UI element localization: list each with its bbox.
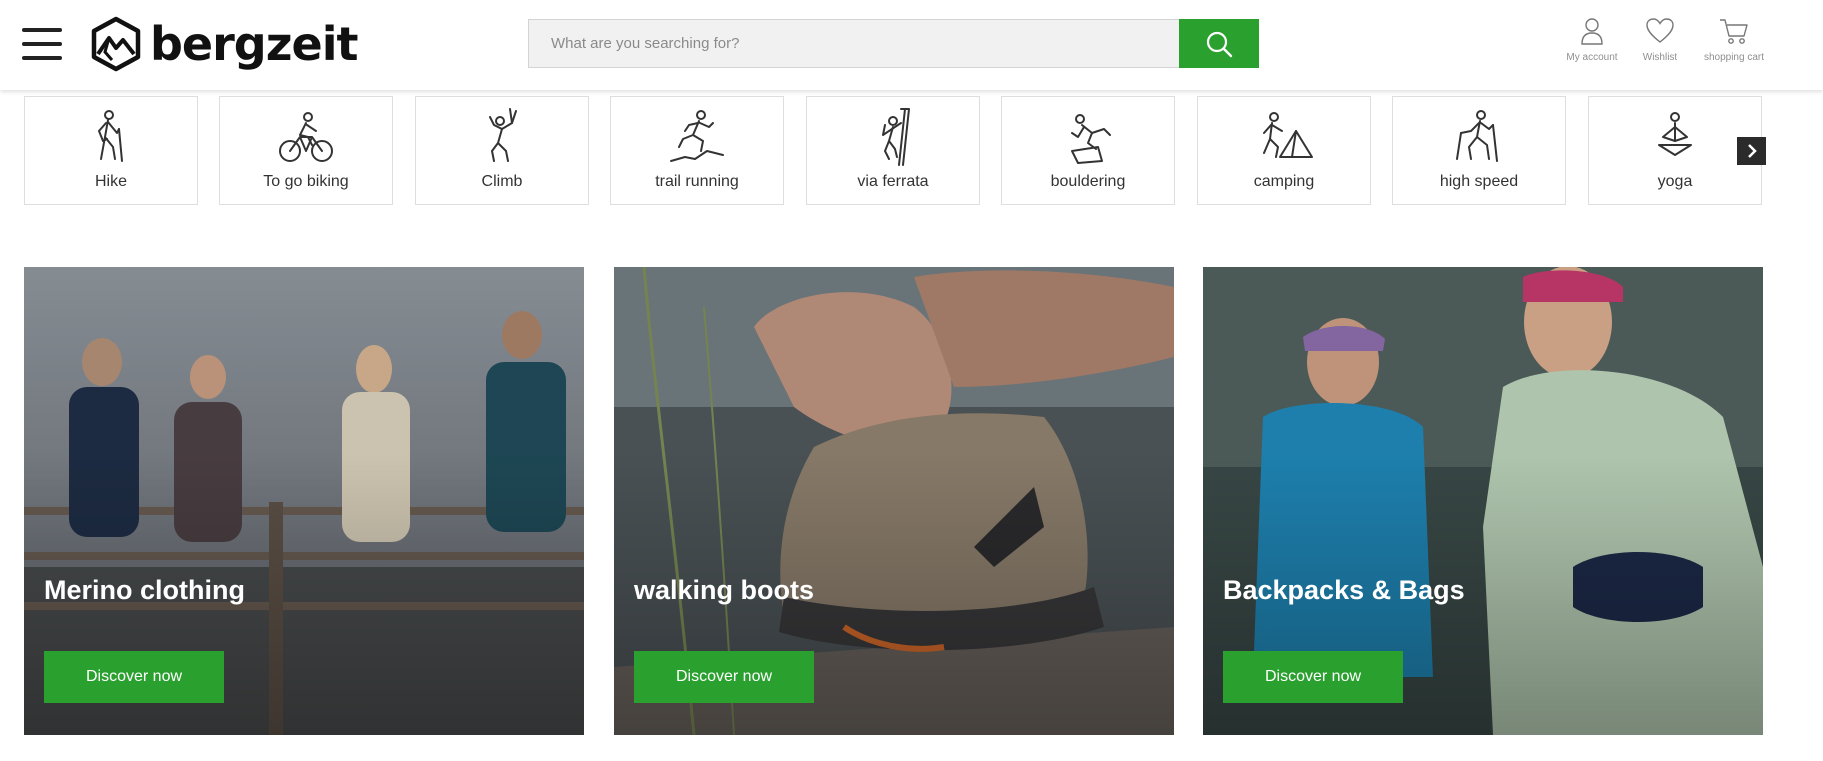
category-label: yoga xyxy=(1657,173,1693,190)
category-label: via ferrata xyxy=(857,173,929,190)
category-camping[interactable]: camping xyxy=(1197,96,1371,205)
brand-name: bergzeit xyxy=(150,17,358,71)
category-biking[interactable]: To go biking xyxy=(219,96,393,205)
search-icon xyxy=(1206,31,1233,57)
category-via-ferrata[interactable]: via ferrata xyxy=(806,96,980,205)
search-button[interactable] xyxy=(1179,19,1259,68)
category-yoga[interactable]: yoga xyxy=(1588,96,1762,205)
category-label: To go biking xyxy=(263,173,349,190)
boulderer-icon xyxy=(1071,114,1111,164)
mountain-logo-icon xyxy=(91,16,141,72)
discover-now-button[interactable]: Discover now xyxy=(44,651,224,703)
chevron-right-icon xyxy=(1747,144,1757,158)
promo-title: walking boots xyxy=(634,575,815,605)
shopping-cart-link[interactable]: shopping cart xyxy=(1694,16,1774,63)
category-climb[interactable]: Climb xyxy=(415,96,589,205)
category-carousel: Hike To go biking Climb trail running vi… xyxy=(24,96,1764,207)
category-hike[interactable]: Hike xyxy=(24,96,198,205)
promo-title: Backpacks & Bags xyxy=(1223,575,1465,605)
yoga-icon xyxy=(1658,112,1692,156)
cyclist-icon xyxy=(279,112,333,162)
promo-card-walking-boots[interactable]: walking boots Discover now xyxy=(614,267,1174,735)
wishlist-label: Wishlist xyxy=(1642,52,1678,63)
search-bar xyxy=(528,19,1259,68)
hamburger-icon[interactable] xyxy=(22,28,62,60)
site-header: bergzeit My account Wishlist shopping ca… xyxy=(0,0,1823,90)
category-label: camping xyxy=(1253,173,1315,190)
category-bouldering[interactable]: bouldering xyxy=(1001,96,1175,205)
category-label: high speed xyxy=(1439,173,1519,190)
via-ferrata-icon xyxy=(882,108,910,166)
search-input[interactable] xyxy=(528,19,1179,68)
hiker-icon xyxy=(98,110,123,162)
heart-icon xyxy=(1646,18,1674,43)
camping-icon xyxy=(1263,112,1313,158)
category-label: Hike xyxy=(94,173,127,190)
carousel-next-button[interactable] xyxy=(1737,137,1766,165)
climber-icon xyxy=(489,108,517,162)
category-trail-running[interactable]: trail running xyxy=(610,96,784,205)
promo-card-merino[interactable]: Merino clothing Discover now xyxy=(24,267,584,735)
category-label: trail running xyxy=(655,173,739,190)
category-label: Climb xyxy=(481,173,523,190)
promo-card-backpacks[interactable]: Backpacks & Bags Discover now xyxy=(1203,267,1763,735)
user-icon xyxy=(1581,18,1603,45)
category-high-speed[interactable]: high speed xyxy=(1392,96,1566,205)
discover-now-button[interactable]: Discover now xyxy=(634,651,814,703)
category-label: bouldering xyxy=(1050,173,1126,190)
trail-runner-icon xyxy=(670,110,724,162)
cart-icon xyxy=(1720,19,1748,44)
promo-title: Merino clothing xyxy=(44,575,245,605)
speed-hiker-icon xyxy=(1456,110,1498,162)
wishlist-link[interactable]: Wishlist xyxy=(1620,16,1700,63)
discover-now-button[interactable]: Discover now xyxy=(1223,651,1403,703)
shopping-cart-label: shopping cart xyxy=(1703,52,1765,63)
brand-logo[interactable]: bergzeit xyxy=(90,16,358,72)
